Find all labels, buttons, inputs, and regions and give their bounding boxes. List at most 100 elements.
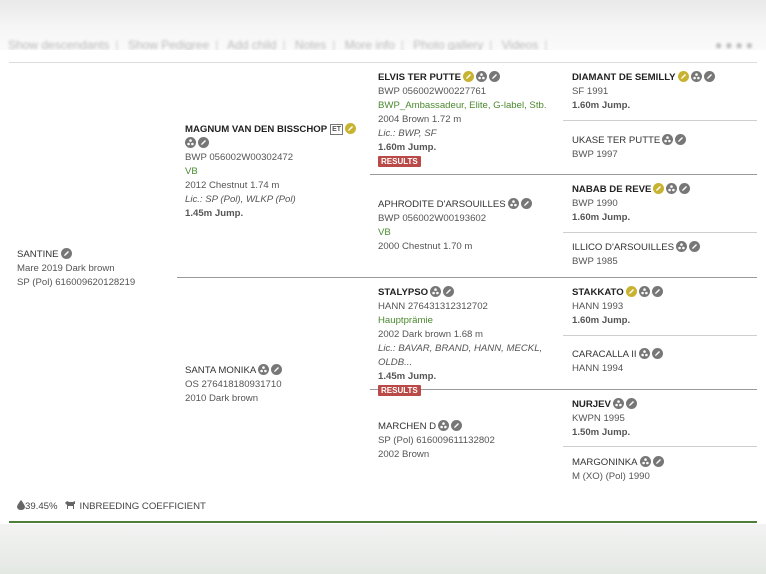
- gen4-cell: CARACALLA II HANN 1994: [572, 348, 757, 376]
- divider-gen4: [563, 232, 757, 233]
- sire-jump: 1.45m Jump.: [185, 208, 244, 219]
- edit-icon[interactable]: [462, 71, 474, 82]
- sire-predicate: VB: [185, 166, 198, 177]
- tab-photo-gallery[interactable]: Photo gallery: [413, 38, 483, 50]
- print-icon[interactable]: ●: [736, 38, 746, 50]
- offspring-icon[interactable]: [430, 286, 442, 297]
- tab-add-child[interactable]: Add child: [227, 38, 276, 50]
- ancestor-name[interactable]: ELVIS TER PUTTE: [378, 72, 461, 83]
- edit-icon[interactable]: [675, 134, 687, 145]
- ancestor-name[interactable]: MARGONINKA: [572, 457, 638, 468]
- table-bottom-border: [9, 521, 757, 523]
- edit-icon[interactable]: [271, 364, 283, 375]
- ancestor-registration: BWP 056002W00227761: [378, 86, 487, 97]
- top-navigation-bar: Show descendants | Show Pedigree | Add chi…: [0, 0, 766, 50]
- edit-icon[interactable]: [677, 71, 689, 82]
- ancestor-licence: Lic.: BWP, SF: [378, 128, 437, 139]
- ancestor-name[interactable]: DIAMANT DE SEMILLY: [572, 72, 676, 83]
- tab-more-info[interactable]: More info: [345, 38, 395, 50]
- offspring-icon[interactable]: [676, 241, 688, 252]
- tab-separator: |: [544, 38, 548, 50]
- results-button[interactable]: RESULTS: [378, 385, 421, 396]
- edit-icon[interactable]: [443, 286, 455, 297]
- ancestor-jump: 1.60m Jump.: [572, 315, 631, 326]
- dam-name[interactable]: SANTA MONIKA: [185, 365, 256, 376]
- subject-cell: SANTINE Mare 2019 Dark brown SP (Pol) 61…: [17, 248, 135, 290]
- subject-line2: SP (Pol) 616009620128219: [17, 277, 136, 288]
- grandsire-maternal-cell: STALYPSO HANN 276431312312702 Hauptprämi…: [378, 286, 558, 398]
- edit-icon[interactable]: [703, 71, 715, 82]
- sire-name[interactable]: MAGNUM VAN DEN BISSCHOP: [185, 124, 327, 135]
- offspring-icon[interactable]: [638, 286, 650, 297]
- results-button[interactable]: RESULTS: [378, 156, 421, 167]
- divider-gen4: [563, 446, 757, 447]
- horse-icon: [64, 501, 75, 509]
- sire-description: 2012 Chestnut 1.74 m: [185, 180, 280, 191]
- facebook-icon[interactable]: ●: [725, 38, 735, 50]
- ancestor-registration: BWP 1997: [572, 149, 618, 160]
- dam-cell: SANTA MONIKA OS 276418180931710 2010 Dar…: [185, 364, 283, 406]
- ancestor-registration: BWP 1985: [572, 256, 618, 267]
- ancestor-registration: HANN 1993: [572, 301, 624, 312]
- ancestor-registration: SP (Pol) 616009611132802: [378, 435, 495, 446]
- tab-separator: |: [332, 38, 336, 50]
- tab-show-descendants[interactable]: Show descendants: [8, 38, 109, 50]
- ancestor-name[interactable]: STAKKATO: [572, 287, 624, 298]
- dam-registration: OS 276418180931710: [185, 379, 282, 390]
- offspring-icon[interactable]: [258, 364, 270, 375]
- gen4-cell: ILLICO D'ARSOUILLES BWP 1985: [572, 241, 757, 269]
- edit-icon[interactable]: [651, 348, 663, 359]
- offspring-icon[interactable]: [690, 71, 702, 82]
- edit-icon[interactable]: [653, 183, 665, 194]
- tab-notes[interactable]: Notes: [295, 38, 326, 50]
- ancestor-name[interactable]: ILLICO D'ARSOUILLES: [572, 242, 674, 253]
- ancestor-description: 2004 Brown 1.72 m: [378, 114, 462, 125]
- subject-name[interactable]: SANTINE: [17, 249, 59, 260]
- divider-gen3-upper: [370, 174, 757, 175]
- edit-icon[interactable]: [689, 241, 701, 252]
- edit-icon[interactable]: [625, 286, 637, 297]
- ancestor-name[interactable]: STALYPSO: [378, 287, 428, 298]
- ancestor-name[interactable]: CARACALLA II: [572, 349, 637, 360]
- edit-icon[interactable]: [451, 420, 463, 431]
- offspring-icon[interactable]: [639, 456, 651, 467]
- offspring-icon[interactable]: [438, 420, 450, 431]
- edit-icon[interactable]: [60, 248, 72, 259]
- ancestor-description: 2002 Dark brown 1.68 m: [378, 329, 484, 340]
- granddam-maternal-cell: MARCHEN D SP (Pol) 616009611132802 2002 …: [378, 420, 558, 462]
- edit-icon[interactable]: [198, 137, 209, 148]
- tab-videos[interactable]: Videos: [502, 38, 538, 50]
- more-icon[interactable]: ●: [746, 38, 756, 50]
- tab-show-pedigree[interactable]: Show Pedigree: [128, 38, 209, 50]
- tab-separator: |: [282, 38, 286, 50]
- offspring-icon[interactable]: [185, 137, 196, 148]
- gen4-cell: UKASE TER PUTTE BWP 1997: [572, 134, 757, 162]
- share-icon[interactable]: ●: [715, 38, 725, 50]
- ancestor-name[interactable]: APHRODITE D'ARSOUILLES: [378, 199, 506, 210]
- ancestor-name[interactable]: MARCHEN D: [378, 421, 436, 432]
- ancestor-description: 2000 Chestnut 1.70 m: [378, 241, 473, 252]
- ancestor-name[interactable]: NURJEV: [572, 399, 611, 410]
- ancestor-registration: HANN 1994: [572, 363, 624, 374]
- offspring-icon[interactable]: [638, 348, 650, 359]
- edit-icon[interactable]: [652, 456, 664, 467]
- edit-icon[interactable]: [345, 123, 357, 134]
- divider-gen4: [563, 120, 757, 121]
- toolbar-icons: ●●●●: [715, 38, 756, 50]
- offspring-icon[interactable]: [666, 183, 678, 194]
- offspring-icon[interactable]: [507, 198, 519, 209]
- edit-icon[interactable]: [625, 398, 637, 409]
- offspring-icon[interactable]: [662, 134, 674, 145]
- inbreeding-value: 39.45%: [25, 501, 58, 512]
- edit-icon[interactable]: [679, 183, 691, 194]
- offspring-icon[interactable]: [612, 398, 624, 409]
- offspring-icon[interactable]: [475, 71, 487, 82]
- ancestor-name[interactable]: NABAB DE REVE: [572, 184, 651, 195]
- edit-icon[interactable]: [651, 286, 663, 297]
- sire-cell: MAGNUM VAN DEN BISSCHOP ET BWP 056002W003…: [185, 123, 365, 221]
- ancestor-name[interactable]: UKASE TER PUTTE: [572, 135, 660, 146]
- edit-icon[interactable]: [520, 198, 532, 209]
- divider-gen4: [563, 335, 757, 336]
- ancestor-registration: M (XO) (Pol) 1990: [572, 471, 650, 482]
- edit-icon[interactable]: [488, 71, 500, 82]
